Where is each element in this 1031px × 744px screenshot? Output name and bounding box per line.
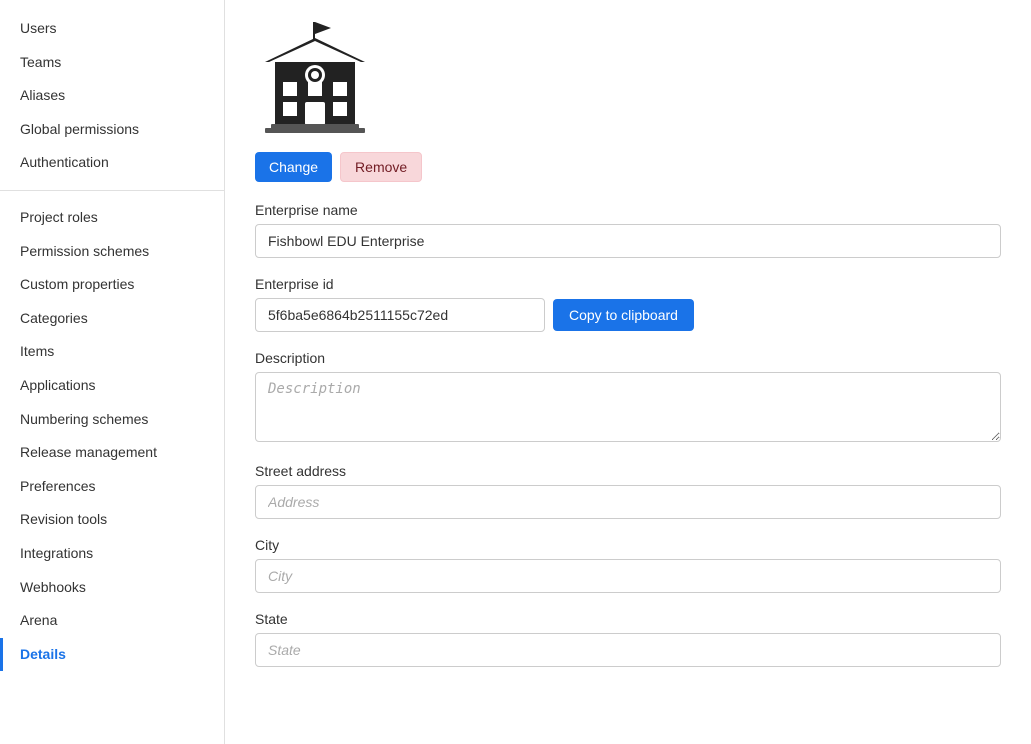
street-address-label: Street address: [255, 463, 1001, 479]
sidebar-item-details[interactable]: Details: [0, 638, 224, 672]
sidebar-group-top: UsersTeamsAliasesGlobal permissionsAuthe…: [0, 12, 224, 180]
enterprise-name-label: Enterprise name: [255, 202, 1001, 218]
sidebar-item-release-management[interactable]: Release management: [0, 436, 224, 470]
main-content: Change Remove Enterprise name Enterprise…: [225, 0, 1031, 744]
city-group: City: [255, 537, 1001, 593]
description-group: Description: [255, 350, 1001, 445]
sidebar-item-global-permissions[interactable]: Global permissions: [0, 113, 224, 147]
sidebar-item-items[interactable]: Items: [0, 335, 224, 369]
enterprise-id-group: Enterprise id Copy to clipboard: [255, 276, 1001, 332]
enterprise-id-label: Enterprise id: [255, 276, 1001, 292]
logo-buttons: Change Remove: [255, 152, 422, 182]
sidebar-item-permission-schemes[interactable]: Permission schemes: [0, 235, 224, 269]
sidebar-item-integrations[interactable]: Integrations: [0, 537, 224, 571]
sidebar-item-aliases[interactable]: Aliases: [0, 79, 224, 113]
sidebar-item-authentication[interactable]: Authentication: [0, 146, 224, 180]
logo-area: Change Remove: [255, 20, 1001, 182]
sidebar-item-teams[interactable]: Teams: [0, 46, 224, 80]
description-input[interactable]: [255, 372, 1001, 442]
street-address-input[interactable]: [255, 485, 1001, 519]
enterprise-logo-icon: [255, 20, 375, 140]
change-button[interactable]: Change: [255, 152, 332, 182]
sidebar-item-revision-tools[interactable]: Revision tools: [0, 503, 224, 537]
enterprise-id-input[interactable]: [255, 298, 545, 332]
sidebar-group-bottom: Project rolesPermission schemesCustom pr…: [0, 201, 224, 671]
remove-button[interactable]: Remove: [340, 152, 422, 182]
sidebar-item-users[interactable]: Users: [0, 12, 224, 46]
sidebar: UsersTeamsAliasesGlobal permissionsAuthe…: [0, 0, 225, 744]
state-input[interactable]: [255, 633, 1001, 667]
sidebar-divider: [0, 190, 224, 191]
sidebar-item-custom-properties[interactable]: Custom properties: [0, 268, 224, 302]
street-address-group: Street address: [255, 463, 1001, 519]
enterprise-name-group: Enterprise name: [255, 202, 1001, 258]
state-label: State: [255, 611, 1001, 627]
sidebar-item-numbering-schemes[interactable]: Numbering schemes: [0, 403, 224, 437]
sidebar-item-arena[interactable]: Arena: [0, 604, 224, 638]
enterprise-name-input[interactable]: [255, 224, 1001, 258]
sidebar-item-preferences[interactable]: Preferences: [0, 470, 224, 504]
city-label: City: [255, 537, 1001, 553]
city-input[interactable]: [255, 559, 1001, 593]
sidebar-item-categories[interactable]: Categories: [0, 302, 224, 336]
description-label: Description: [255, 350, 1001, 366]
sidebar-item-project-roles[interactable]: Project roles: [0, 201, 224, 235]
sidebar-item-applications[interactable]: Applications: [0, 369, 224, 403]
sidebar-item-webhooks[interactable]: Webhooks: [0, 571, 224, 605]
state-group: State: [255, 611, 1001, 667]
enterprise-id-row: Copy to clipboard: [255, 298, 1001, 332]
copy-to-clipboard-button[interactable]: Copy to clipboard: [553, 299, 694, 331]
